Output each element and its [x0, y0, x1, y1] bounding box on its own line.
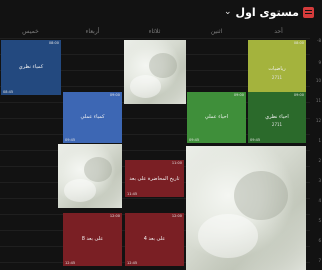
- card-start-time: 11:00: [171, 161, 182, 165]
- day-header-wednesday: أربعاء: [85, 28, 100, 35]
- class-card-math[interactable]: 08:00 رياضيات 2711 08:45: [248, 40, 306, 100]
- level-selector[interactable]: مستوى اول ⌄: [224, 3, 314, 21]
- time-column: -8 9 10 11 12 1 2 3 4 5 6 7: [310, 38, 322, 270]
- card-end-time: 12:45: [127, 261, 138, 265]
- card-end-time: 09:45: [250, 138, 261, 142]
- day-header-monday: اثنين: [210, 28, 223, 35]
- time-label: 6: [318, 238, 321, 243]
- card-title: كمياء عملي: [80, 114, 105, 121]
- card-start-time: 12:00: [109, 214, 120, 218]
- class-card-remote-8[interactable]: 12:00 8 على بعد 12:45: [63, 213, 122, 266]
- photo-highlight: [64, 179, 97, 202]
- grid-line: [0, 38, 310, 39]
- card-title: 8 على بعد: [81, 236, 104, 243]
- time-label: 2: [318, 158, 321, 163]
- card-title: احياء نظري: [265, 114, 289, 121]
- card-start-time: 08:00: [293, 41, 304, 45]
- card-end-time: 09:45: [65, 138, 76, 142]
- time-label: 5: [318, 218, 321, 223]
- card-end-time: 08:45: [3, 90, 14, 94]
- time-label: 3: [318, 178, 321, 183]
- card-title: احياء عملي: [204, 114, 229, 121]
- day-header-tuesday: ثلاثاء: [148, 28, 161, 35]
- card-start-time: 09:00: [293, 93, 304, 97]
- time-label: 4: [318, 198, 321, 203]
- header: مستوى اول ⌄: [0, 0, 322, 26]
- card-start-time: 08:00: [48, 41, 59, 45]
- day-header-row: أحد اثنين ثلاثاء أربعاء خميس: [0, 27, 322, 37]
- card-title: كمياء نظري: [18, 64, 44, 71]
- card-title: 4 على بعد: [143, 236, 166, 243]
- photo-shade: [148, 52, 177, 79]
- photo-highlight: [198, 214, 258, 258]
- card-room: 2711: [271, 74, 283, 80]
- time-label: 10: [315, 78, 321, 83]
- card-start-time: 12:00: [171, 214, 182, 218]
- time-label: 11: [315, 98, 321, 103]
- page-title: مستوى اول: [235, 5, 299, 19]
- class-card-photo-large[interactable]: [186, 146, 306, 270]
- card-room: 2711: [271, 121, 283, 127]
- class-card-chemistry-theory[interactable]: 08:00 كمياء نظري 08:45: [1, 40, 61, 95]
- photo-highlight: [130, 75, 162, 98]
- card-end-time: 09:45: [189, 138, 200, 142]
- time-label: 12: [315, 118, 321, 123]
- chevron-down-icon[interactable]: ⌄: [224, 7, 232, 17]
- day-header-thursday: خميس: [22, 28, 39, 35]
- card-end-time: 12:45: [65, 261, 76, 265]
- time-label: -8: [317, 38, 321, 43]
- photo-shade: [83, 156, 113, 183]
- class-card-biology-lab[interactable]: 09:00 احياء عملي 09:45: [187, 92, 246, 143]
- time-label: 7: [318, 258, 321, 263]
- card-start-time: 09:00: [109, 93, 120, 97]
- card-end-time: 11:45: [127, 192, 138, 196]
- class-card-chemistry-lab[interactable]: 09:00 كمياء عملي 09:45: [63, 92, 122, 143]
- class-card-photo[interactable]: [58, 144, 122, 208]
- photo-shade: [234, 170, 288, 221]
- calendar-icon: [303, 6, 314, 18]
- time-label: 9: [318, 60, 321, 65]
- card-title: رياضيات: [268, 66, 286, 73]
- class-card-history-remote[interactable]: 11:00 تاريخ المحاضرة على بعد 11:45: [125, 160, 184, 197]
- card-start-time: 09:00: [233, 93, 244, 97]
- time-label: 1: [318, 138, 321, 143]
- day-header-sunday: أحد: [274, 28, 283, 35]
- card-title: تاريخ المحاضرة على بعد: [129, 176, 180, 183]
- class-card-photo[interactable]: [124, 40, 186, 104]
- class-card-biology-theory[interactable]: 09:00 احياء نظري 2711 09:45: [248, 92, 306, 143]
- class-card-remote-4[interactable]: 12:00 4 على بعد 12:45: [125, 213, 184, 266]
